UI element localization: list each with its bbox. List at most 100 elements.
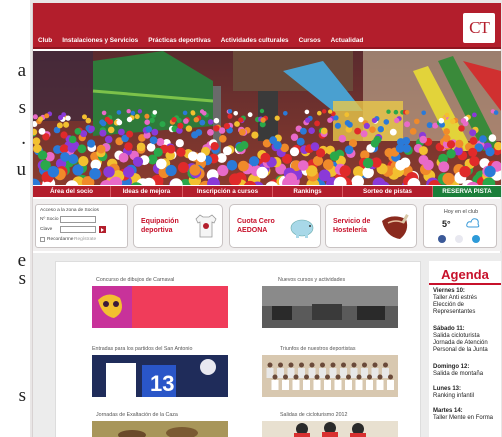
agenda-item[interactable]: Lunes 13: Ranking infantil: [433, 386, 474, 400]
ball: [377, 126, 384, 133]
ball: [386, 109, 391, 114]
gallery-caption: Triunfos de nuestros deportistas: [280, 346, 356, 352]
ball: [238, 160, 249, 172]
agenda-day: Martes 14:: [433, 408, 463, 414]
person-head: [335, 374, 341, 380]
triunfos-thumb[interactable]: [262, 355, 398, 397]
person-head: [346, 374, 351, 380]
person-head: [383, 362, 388, 368]
person-body: [350, 368, 358, 378]
nav-actividades[interactable]: Actividades culturales: [216, 37, 294, 44]
agenda-line: Representantes: [433, 309, 476, 315]
promo-equipacion[interactable]: Equipación deportiva: [133, 204, 223, 248]
ball: [323, 159, 334, 170]
ball: [59, 144, 69, 154]
ball: [320, 127, 328, 135]
left-clipped-text: a s . u e s s: [0, 0, 30, 437]
entradas-thumb[interactable]: 13: [92, 355, 228, 397]
nav-instalaciones[interactable]: Instalaciones y Servicios: [57, 37, 143, 44]
tshirt-icon: [195, 214, 217, 238]
ball: [99, 129, 107, 137]
ball: [442, 172, 455, 185]
menu-sorteo-pistas[interactable]: Sorteo de pistas: [343, 186, 433, 197]
nav-club[interactable]: Club: [33, 37, 57, 44]
ham-icon: [382, 214, 409, 239]
clave-input[interactable]: [60, 226, 96, 233]
ball: [400, 157, 411, 168]
ball: [305, 117, 311, 123]
promo-cuota-cero[interactable]: Cuota Cero AEDONA: [229, 204, 321, 248]
promo-hosteleria-text: Servicio de Hostelería: [333, 217, 370, 235]
person-head: [267, 362, 273, 368]
facebook-icon[interactable]: [438, 235, 446, 243]
person-head: [278, 362, 283, 368]
gallery-caption: Jornadas de Exaltación de la Caza: [96, 412, 178, 418]
promo-line: Servicio de: [333, 218, 371, 225]
ball: [426, 122, 433, 129]
person-body: [382, 368, 389, 378]
ball: [362, 157, 374, 169]
nav-practicas[interactable]: Prácticas deportivas: [143, 37, 216, 44]
text-fragment: .: [21, 128, 26, 149]
socio-input[interactable]: [60, 216, 96, 223]
remember-checkbox[interactable]: [40, 237, 45, 242]
ball: [289, 147, 300, 157]
gallery-caption: Entradas para los partidos del San Anton…: [92, 346, 193, 352]
agenda-item[interactable]: Martes 14: Taller Mente en Forma: [433, 408, 493, 422]
ball: [213, 125, 220, 132]
ball: [484, 165, 496, 178]
menu-inscripcion-cursos[interactable]: Inscripción a cursos: [183, 186, 273, 197]
flickr-icon[interactable]: [455, 235, 463, 243]
agenda-item[interactable]: Sábado 11: Salida cicloturista Jornada d…: [433, 326, 488, 354]
ball: [414, 118, 420, 125]
ball: [333, 115, 339, 121]
ball: [227, 109, 233, 114]
ball: [77, 144, 87, 154]
menu-area-socio[interactable]: Área del socio: [33, 186, 111, 197]
menu-ideas-mejora[interactable]: Ideas de mejora: [111, 186, 183, 197]
club-logo[interactable]: CT: [463, 13, 495, 43]
register-link[interactable]: Regístrate: [74, 237, 96, 242]
agenda-line: Taller Anti estrés: [433, 295, 478, 301]
cicloturismo-thumb[interactable]: [262, 421, 398, 437]
ball: [259, 108, 265, 114]
ball: [196, 152, 207, 163]
ball: [61, 112, 67, 117]
login-submit-button[interactable]: [99, 226, 106, 233]
ball: [260, 117, 266, 123]
ball: [409, 128, 417, 135]
ball: [82, 114, 87, 120]
ball: [284, 172, 297, 185]
agenda-line: Salida cicloturista: [433, 333, 480, 339]
agenda-item[interactable]: Domingo 12: Salida de montaña: [433, 364, 483, 378]
person-body: [366, 380, 373, 390]
person-body: [324, 380, 331, 390]
ball: [123, 166, 135, 178]
promo-hosteleria[interactable]: Servicio de Hostelería: [325, 204, 417, 248]
ball: [153, 147, 163, 157]
twitter-icon[interactable]: [472, 235, 480, 243]
caza-thumb[interactable]: [92, 421, 228, 437]
ball: [85, 117, 92, 124]
person-body: [292, 380, 300, 390]
menu-rankings[interactable]: Rankings: [273, 186, 343, 197]
ball: [96, 144, 106, 154]
reserva-pista-button[interactable]: RESERVA PISTA: [433, 186, 501, 197]
ball: [322, 109, 327, 114]
ball: [144, 113, 150, 119]
carnaval-thumb[interactable]: [92, 286, 228, 328]
ball: [395, 144, 405, 153]
nav-actualidad[interactable]: Actualidad: [326, 37, 369, 44]
person-head: [362, 362, 367, 368]
person-body: [303, 380, 310, 390]
ball: [89, 168, 101, 180]
promo-equipacion-text: Equipación deportiva: [141, 217, 179, 235]
ball: [136, 142, 146, 152]
cursos-thumb[interactable]: [262, 286, 398, 328]
ball: [469, 129, 477, 137]
login-title: Acceso a la zona de Socios: [40, 208, 99, 213]
agenda-item[interactable]: Viernes 10: Taller Anti estrés Elección …: [433, 288, 477, 316]
nav-cursos[interactable]: Cursos: [294, 37, 326, 44]
person-body: [308, 368, 316, 378]
ball: [126, 109, 131, 114]
